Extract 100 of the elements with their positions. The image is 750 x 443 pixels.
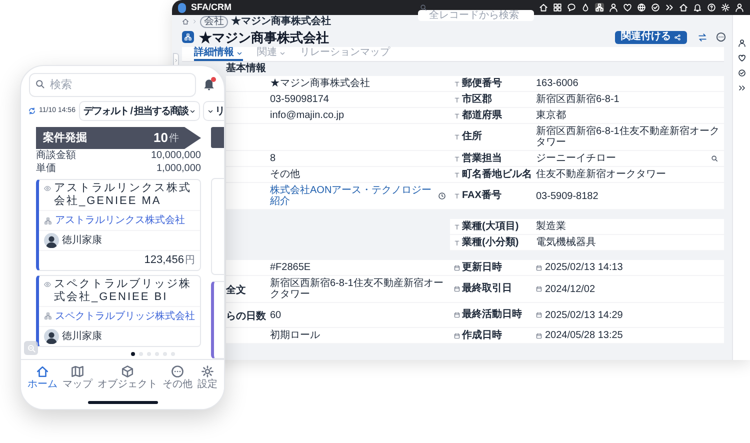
calendar-icon [454, 312, 460, 318]
eye-icon [44, 280, 51, 288]
clock-icon[interactable] [438, 192, 446, 200]
field-value: ジーニーイチロー [536, 152, 617, 166]
text-type-icon [454, 172, 460, 178]
deal-amount: 123,456 [144, 253, 184, 268]
field-value: 新宿区西新宿6-8-1 [536, 92, 620, 107]
field-value: 初期ロール [270, 328, 321, 343]
cube-icon [121, 365, 134, 378]
text-type-icon [454, 96, 460, 102]
drop-icon[interactable] [581, 3, 590, 12]
avatar [44, 233, 59, 248]
check-circle-icon[interactable] [738, 69, 746, 77]
tab[interactable]: 詳細情報 [194, 47, 243, 61]
field-label: らの日数 [226, 311, 266, 322]
help-icon[interactable] [707, 3, 716, 12]
text-type-icon [454, 112, 460, 118]
deal-card[interactable]: アストラルリンクス株式会社_GENIEE MA アストラルリンクス株式会社 徳川家康 123,456 円 [36, 179, 201, 270]
deal-title: アストラルリンクス株式会社_GENIEE MA [54, 182, 192, 208]
field-value: 2024/12/02 [545, 282, 596, 296]
owner-name: 徳川家康 [62, 234, 102, 248]
text-type-icon [454, 240, 460, 246]
field-label: 業種(大項目) [462, 220, 520, 232]
field-label: 都道府県 [462, 110, 503, 122]
field-value: 製造業 [536, 220, 567, 234]
apps-icon[interactable] [553, 3, 562, 12]
nav-item[interactable]: オブジェクト [98, 365, 158, 390]
chevron-icon [192, 19, 197, 24]
settings-icon[interactable] [721, 3, 730, 12]
field-value: 2024/05/28 13:25 [545, 329, 624, 343]
text-type-icon [454, 193, 460, 199]
nav-item[interactable]: その他 [162, 365, 192, 390]
deal-title: スペクトラルブリッジ株式会社_GENIEE BI [54, 278, 192, 304]
company-link[interactable]: スペクトラルブリッジ株式会社 [55, 308, 195, 324]
chevron-icon [174, 58, 178, 62]
forward-icon[interactable] [738, 84, 746, 92]
record-title: ★マジン商事株式会社 [199, 30, 330, 44]
swap-icon[interactable] [698, 32, 707, 42]
chat-icon[interactable] [567, 3, 576, 12]
filter-dropdown[interactable]: リ [202, 101, 224, 121]
field-link[interactable]: 株式会社AONアース・テクノロジー紹介 [270, 183, 438, 209]
field-label: 最終活動日時 [462, 309, 523, 321]
calendar-icon [454, 332, 460, 338]
nav-item[interactable]: 設定 [198, 365, 218, 390]
field-label: 更新日時 [462, 262, 503, 274]
heart-icon[interactable] [738, 54, 746, 62]
home-indicator [88, 400, 158, 404]
summary-value: 1,000,000 [156, 163, 201, 175]
field-label: 営業担当 [462, 152, 503, 164]
link-button[interactable]: 関連付ける [615, 30, 687, 44]
currency-unit: 円 [185, 254, 195, 268]
field-value: 東京都 [536, 108, 567, 123]
more-icon [171, 365, 184, 378]
breadcrumb-current: ★マジン商事株式会社 [231, 16, 331, 26]
company-link[interactable]: アストラルリンクス株式会社 [55, 213, 185, 228]
deal-card[interactable]: スペクトラルブリッジ株式会社_GENIEE BI スペクトラルブリッジ株式会社 徳川家康 [36, 274, 201, 346]
eye-icon [44, 185, 51, 192]
person-icon[interactable] [609, 3, 618, 12]
field-label: 郵便番号 [462, 78, 503, 90]
nav-item[interactable]: ホーム [28, 365, 58, 390]
search-field[interactable]: 検索 [29, 73, 196, 97]
field-label: 作成日時 [462, 330, 503, 342]
more-icon[interactable] [716, 32, 726, 42]
field-label: 全文 [226, 285, 246, 296]
globe-icon[interactable] [637, 3, 646, 12]
house-icon[interactable] [679, 3, 688, 12]
owner-name: 徳川家康 [62, 330, 102, 344]
text-type-icon [454, 156, 460, 162]
map-icon [71, 365, 84, 378]
field-value: #F2865E [270, 261, 312, 275]
field-value: ★マジン商事株式会社 [270, 76, 371, 91]
zoom-icon [26, 344, 36, 352]
filter-dropdown[interactable]: デフォルト / 担当する商談 [79, 101, 200, 121]
refresh-icon[interactable] [28, 107, 36, 115]
home-icon [36, 365, 49, 378]
share-icon [674, 34, 681, 40]
avatar [44, 328, 59, 344]
nav-item[interactable]: マップ [62, 365, 92, 390]
summary-label: 単価 [36, 163, 56, 175]
hierarchy-icon[interactable] [595, 3, 604, 12]
account-icon[interactable] [735, 3, 744, 12]
search-icon[interactable] [711, 155, 718, 162]
bell-icon[interactable] [693, 3, 702, 12]
field-value: 2025/02/13 14:13 [545, 261, 624, 275]
record-type-badge: 会社 [200, 16, 228, 28]
text-type-icon [454, 80, 460, 86]
field-value: info@majin.co.jp [270, 109, 346, 123]
field-value: 2025/02/13 14:29 [545, 308, 624, 322]
field-label: 町名番地ビル名 [462, 168, 533, 180]
field-value: 03-59098174 [270, 93, 330, 107]
field-label: FAX番号 [462, 190, 502, 202]
text-type-icon [454, 224, 460, 230]
search-field[interactable]: 全レコードから検索 [418, 10, 534, 21]
person-icon[interactable] [738, 39, 746, 47]
caret-icon [188, 108, 196, 114]
field-value: 電気機械器具 [536, 236, 597, 250]
app-name: SFA/CRM [191, 3, 232, 12]
bell-icon[interactable] [202, 77, 216, 91]
deal-count: 10 [154, 129, 168, 148]
text-type-icon [454, 134, 460, 140]
